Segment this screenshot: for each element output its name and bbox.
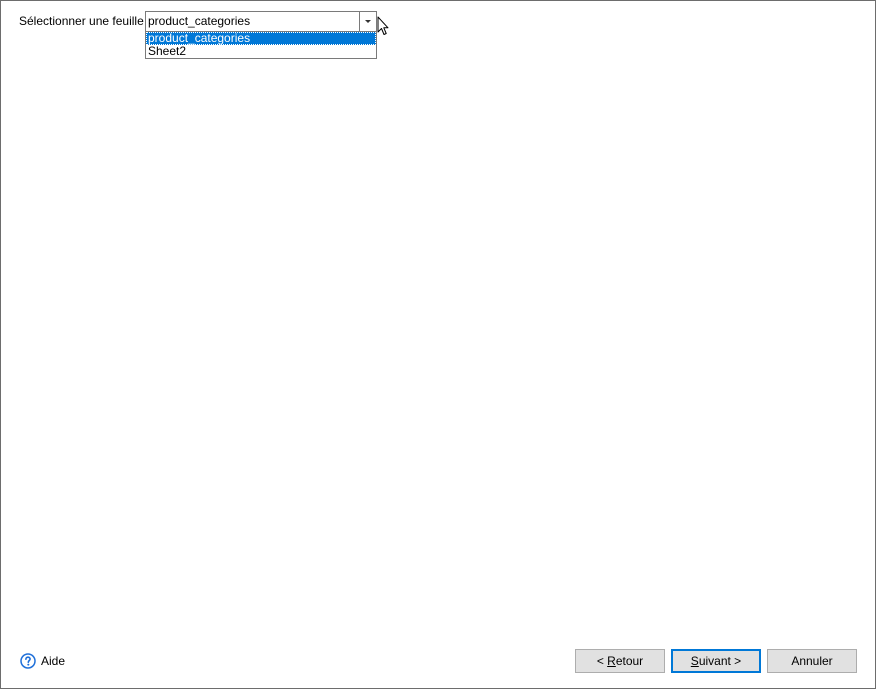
wizard-window: Sélectionner une feuille product_categor… bbox=[0, 0, 876, 689]
help-circle-icon bbox=[20, 653, 36, 669]
sheet-selector-value: product_categories bbox=[148, 14, 251, 28]
dropdown-option-sheet2[interactable]: Sheet2 bbox=[146, 45, 376, 58]
help-label: Aide bbox=[41, 654, 66, 668]
chevron-down-icon bbox=[365, 20, 371, 23]
back-button[interactable]: < Retour bbox=[575, 649, 665, 673]
cancel-button[interactable]: Annuler bbox=[767, 649, 857, 673]
back-button-prefix: < bbox=[596, 654, 608, 668]
next-button[interactable]: Suivant > bbox=[671, 649, 761, 673]
mouse-pointer-icon bbox=[377, 16, 389, 35]
help-link[interactable]: Aide bbox=[20, 653, 65, 669]
back-button-mnemonic: R bbox=[607, 654, 616, 668]
back-button-label: etour bbox=[615, 654, 644, 668]
sheet-selector-combobox[interactable]: product_categories bbox=[145, 11, 377, 32]
sheet-selector-label: Sélectionner une feuille bbox=[19, 14, 144, 28]
sheet-dropdown-list: product_categories Sheet2 bbox=[145, 31, 377, 59]
next-button-mnemonic: S bbox=[690, 654, 699, 668]
next-button-label: uivant > bbox=[698, 654, 742, 668]
dropdown-toggle-button[interactable] bbox=[359, 12, 376, 31]
